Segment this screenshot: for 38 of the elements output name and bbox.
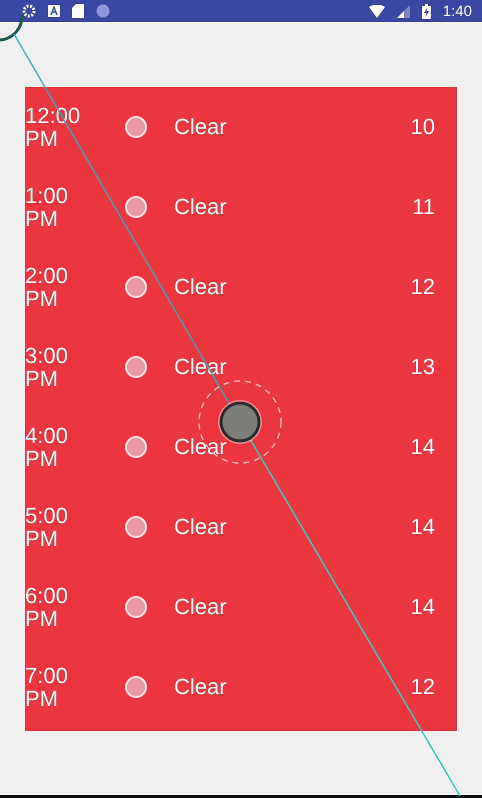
weather-dot-icon [125, 116, 147, 138]
temperature-value: 14 [410, 514, 435, 540]
condition-label: Clear [174, 434, 228, 460]
hour-label: 4:00 PM [25, 424, 69, 470]
condition-label: Clear [174, 194, 228, 220]
sd-card-icon [72, 4, 84, 18]
weather-dot-icon [125, 516, 147, 538]
hour-label: 5:00 PM [25, 504, 69, 550]
hour-label: 1:00 PM [25, 184, 69, 230]
temperature-value: 14 [410, 434, 435, 460]
hour-label: 7:00 PM [25, 664, 69, 710]
hour-label: 3:00 PM [25, 344, 69, 390]
temperature-value: 13 [410, 354, 435, 380]
hour-label: 2:00 PM [25, 264, 69, 310]
condition-label: Clear [174, 674, 228, 700]
condition-label: Clear [174, 274, 228, 300]
temperature-value: 14 [410, 594, 435, 620]
gear-icon [22, 4, 36, 18]
signal-icon [396, 4, 410, 18]
temperature-value: 12 [410, 274, 435, 300]
weather-dot-icon [125, 436, 147, 458]
weather-dot-icon [125, 356, 147, 378]
condition-label: Clear [174, 514, 228, 540]
weather-dot-icon [125, 276, 147, 298]
battery-icon [422, 4, 431, 18]
hour-label: 6:00 PM [25, 584, 69, 630]
weather-dot-icon [125, 596, 147, 618]
condition-label: Clear [174, 114, 228, 140]
temperature-value: 10 [410, 114, 435, 140]
clock-time: 1:40 [442, 2, 472, 20]
keyboard-icon [48, 5, 60, 17]
temperature-value: 11 [412, 194, 435, 220]
temperature-value: 12 [410, 674, 435, 700]
circle-icon [96, 4, 110, 18]
wifi-icon [368, 4, 385, 18]
condition-label: Clear [174, 594, 228, 620]
weather-dot-icon [125, 196, 147, 218]
weather-dot-icon [125, 676, 147, 698]
